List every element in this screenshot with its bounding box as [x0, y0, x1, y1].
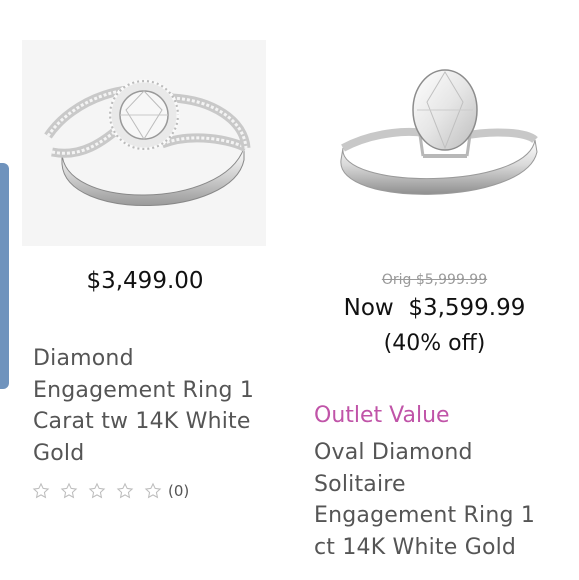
sale-price: Now $3,599.99	[343, 295, 526, 321]
product-card[interactable]: $3,499.00 Diamond Engagement Ring 1 Cara…	[0, 0, 290, 580]
product-title[interactable]: Diamond Engagement Ring 1 Carat tw 14K W…	[33, 343, 273, 469]
product-price: $3,499.00	[86, 268, 204, 294]
product-card[interactable]: Orig $5,999.99 Now $3,599.99 (40% off) O…	[290, 0, 579, 580]
star-empty-icon	[32, 482, 50, 500]
product-title[interactable]: Oval Diamond Solitaire Engagement Ring 1…	[314, 437, 554, 563]
rating-count: (0)	[168, 482, 190, 500]
ring-oval-solitaire-icon	[340, 69, 538, 195]
product-image[interactable]	[313, 40, 557, 246]
outlet-value-badge: Outlet Value	[314, 403, 450, 428]
product-image[interactable]	[22, 40, 266, 246]
star-rating[interactable]: (0)	[32, 482, 189, 500]
discount-percent: (40% off)	[383, 331, 486, 356]
star-empty-icon	[60, 482, 78, 500]
ring-halo-split-shank-icon	[44, 79, 251, 207]
original-price: Orig $5,999.99	[381, 272, 488, 288]
star-empty-icon	[88, 482, 106, 500]
star-empty-icon	[144, 482, 162, 500]
star-empty-icon	[116, 482, 134, 500]
